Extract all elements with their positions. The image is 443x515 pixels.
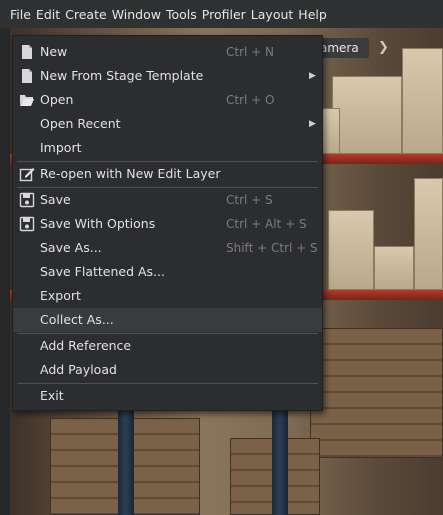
new-file-icon	[22, 69, 32, 83]
menu-file[interactable]: File	[10, 7, 31, 22]
menu-item-save-with-options[interactable]: Save With Options Ctrl + Alt + S	[13, 212, 322, 236]
cardboard-box	[328, 210, 374, 290]
submenu-arrow-icon: ▶	[309, 71, 316, 81]
cardboard-box	[374, 246, 414, 290]
menu-item-shortcut: Ctrl + S	[226, 193, 273, 207]
menu-item-shortcut: Shift + Ctrl + S	[226, 241, 318, 255]
menu-window[interactable]: Window	[112, 7, 161, 22]
menu-item-shortcut: Ctrl + O	[226, 93, 275, 107]
menu-item-save-flattened-as[interactable]: Save Flattened As...	[13, 260, 322, 284]
menu-bar: File Edit Create Window Tools Profiler L…	[0, 0, 443, 28]
menu-item-new-from-stage-template[interactable]: New From Stage Template ▶	[13, 64, 322, 88]
edit-icon	[19, 168, 35, 182]
menu-item-open-recent[interactable]: Open Recent ▶	[13, 112, 322, 136]
menu-item-reopen-with-new-edit-layer[interactable]: Re-open with New Edit Layer	[13, 162, 322, 186]
menu-profiler[interactable]: Profiler	[202, 7, 246, 22]
menu-item-label: Save Flattened As...	[40, 264, 165, 279]
menu-item-shortcut: Ctrl + N	[226, 45, 275, 59]
cardboard-box	[332, 76, 402, 154]
shelf-post	[272, 408, 288, 515]
menu-item-add-payload[interactable]: Add Payload	[13, 358, 322, 382]
menu-item-add-reference[interactable]: Add Reference	[13, 334, 322, 358]
save-icon	[19, 192, 35, 208]
menu-item-label: Re-open with New Edit Layer	[40, 166, 221, 181]
menu-tools[interactable]: Tools	[166, 7, 197, 22]
menu-item-exit[interactable]: Exit	[13, 384, 322, 408]
menu-edit[interactable]: Edit	[36, 7, 60, 22]
menu-item-label: Open Recent	[40, 116, 121, 131]
menu-item-shortcut: Ctrl + Alt + S	[226, 217, 307, 231]
camera-tab[interactable]: amera	[316, 38, 369, 58]
submenu-arrow-icon: ▶	[309, 119, 316, 129]
menu-item-label: Collect As...	[40, 312, 114, 327]
menu-item-open[interactable]: Open Ctrl + O	[13, 88, 322, 112]
menu-create[interactable]: Create	[65, 7, 107, 22]
menu-item-import[interactable]: Import	[13, 136, 322, 160]
menu-item-export[interactable]: Export	[13, 284, 322, 308]
menu-item-label: Save With Options	[40, 216, 156, 231]
wooden-crate	[310, 328, 443, 458]
chevron-right-icon[interactable]: ❯	[378, 38, 390, 58]
menu-item-save-as[interactable]: Save As... Shift + Ctrl + S	[13, 236, 322, 260]
cardboard-box	[414, 178, 443, 290]
menu-item-new[interactable]: New Ctrl + N	[13, 40, 322, 64]
menu-item-collect-as[interactable]: Collect As...	[13, 308, 322, 332]
menu-item-label: Add Reference	[40, 338, 132, 353]
menu-item-label: New	[40, 44, 68, 59]
folder-open-icon	[20, 95, 34, 106]
menu-item-label: Save	[40, 192, 71, 207]
menu-help[interactable]: Help	[298, 7, 327, 22]
menu-item-label: Import	[40, 140, 82, 155]
menu-item-label: Export	[40, 288, 81, 303]
menu-item-label: New From Stage Template	[40, 68, 204, 83]
cardboard-box	[402, 48, 443, 154]
menu-item-label: Add Payload	[40, 362, 117, 377]
menu-layout[interactable]: Layout	[251, 7, 294, 22]
menu-item-label: Open	[40, 92, 74, 107]
shelf-post	[118, 411, 134, 515]
file-menu-dropdown: New Ctrl + N New From Stage Template ▶ O…	[12, 35, 323, 411]
new-file-icon	[22, 45, 32, 59]
menu-item-label: Exit	[40, 388, 64, 403]
menu-item-save[interactable]: Save Ctrl + S	[13, 188, 322, 212]
menu-item-label: Save As...	[40, 240, 102, 255]
save-icon	[19, 216, 35, 232]
